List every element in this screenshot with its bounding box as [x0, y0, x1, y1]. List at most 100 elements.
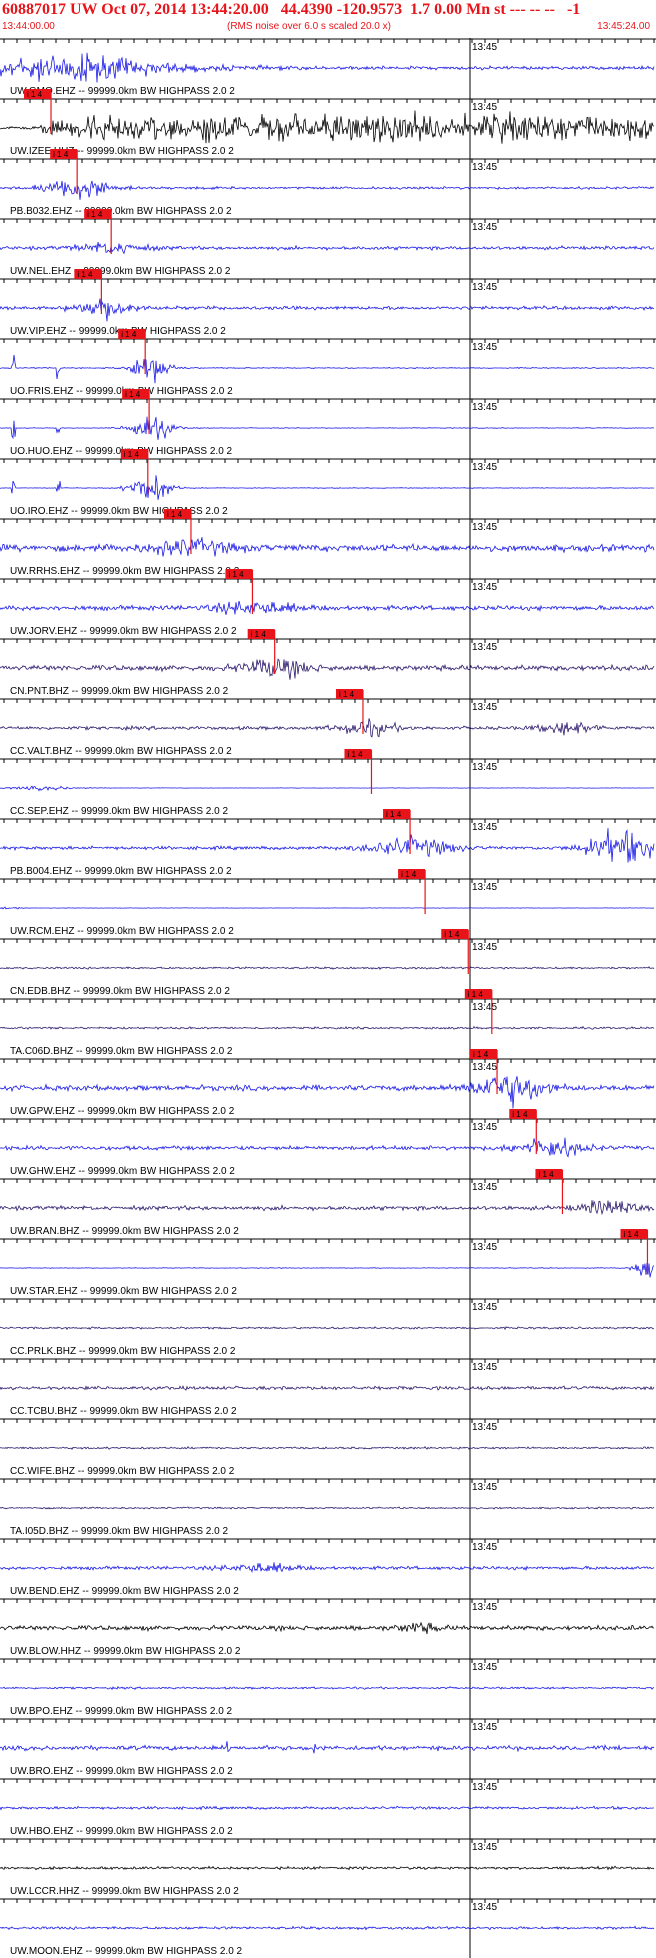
trace-label: TA.C06D.BHZ -- 99999.0km BW HIGHPASS 2.0… [10, 1046, 233, 1057]
trace-row: 13:45 PB.B004.EHZ -- 99999.0km BW HIGHPAS… [0, 809, 656, 877]
waveform [0, 110, 655, 144]
time-marker-label: 13:45 [472, 1722, 497, 1733]
waveform [0, 718, 655, 738]
time-marker-label: 13:45 [472, 402, 497, 413]
trace-row: 13:45 CC.VALT.BHZ -- 99999.0km BW HIGHPAS… [0, 689, 656, 757]
trace-label: PB.B032.EHZ -- 99999.0km BW HIGHPASS 2.0… [10, 206, 232, 217]
waveform [0, 600, 655, 615]
trace-label: CN.EDB.BHZ -- 99999.0km BW HIGHPASS 2.0 … [10, 986, 230, 997]
waveform [0, 354, 655, 384]
trace-label: UW.BPO.EHZ -- 99999.0km BW HIGHPASS 2.0 … [10, 1706, 233, 1717]
trace-row: 13:45 CC.PRLK.BHZ -- 99999.0km BW HIGHPAS… [0, 1298, 656, 1357]
time-marker-label: 13:45 [472, 462, 497, 473]
waveform [0, 416, 654, 440]
event-title: 60887017 UW Oct 07, 2014 13:44:20.00 44.… [2, 1, 581, 18]
waveform [0, 180, 655, 200]
trace-label: UW.LCCR.HHZ -- 99999.0km BW HIGHPASS 2.0… [10, 1886, 239, 1897]
trace-row: 13:45 UW.RRHS.EHZ -- 99999.0km BW HIGHPAS… [0, 509, 656, 577]
time-marker-label: 13:45 [472, 1302, 497, 1313]
time-marker-label: 13:45 [472, 1002, 497, 1013]
time-marker-label: 13:45 [472, 1122, 497, 1133]
trace-row: 13:45 UW.JORV.EHZ -- 99999.0km BW HIGHPAS… [0, 569, 656, 637]
waveform [0, 906, 655, 910]
trace-label: CC.VALT.BHZ -- 99999.0km BW HIGHPASS 2.0… [10, 746, 232, 757]
trace-row: 13:45 UW.GPW.EHZ -- 99999.0km BW HIGHPASS… [0, 1049, 656, 1117]
trace-label: CC.WIFE.BHZ -- 99999.0km BW HIGHPASS 2.0… [10, 1466, 235, 1477]
waveform [0, 828, 655, 863]
trace-label: PB.B004.EHZ -- 99999.0km BW HIGHPASS 2.0… [10, 866, 232, 877]
trace-label: UO.IRO.EHZ -- 99999.0km BW HIGHPASS 2.0 … [10, 506, 228, 517]
time-marker-label: 13:45 [472, 102, 497, 113]
waveform [0, 1326, 655, 1331]
time-marker-label: 13:45 [472, 642, 497, 653]
pick-label: i 1 4 [251, 630, 267, 639]
waveform [0, 298, 655, 322]
trace-row: 13:45 CC.TCBU.BHZ -- 99999.0km BW HIGHPAS… [0, 1358, 656, 1417]
trace-row: 13:45 UW.VIP.EHZ -- 99999.0km BW HIGHPASS… [0, 269, 656, 337]
waveform [0, 537, 655, 557]
time-marker-label: 13:45 [472, 1782, 497, 1793]
waveform [0, 1506, 655, 1510]
trace-label: UW.IZEE.HHZ -- 99999.0km BW HIGHPASS 2.0… [10, 146, 234, 157]
trace-label: UW.RCM.EHZ -- 99999.0km BW HIGHPASS 2.0 … [10, 926, 234, 937]
time-marker-label: 13:45 [472, 1542, 497, 1553]
trace-row: 13:45 CN.EDB.BHZ -- 99999.0km BW HIGHPASS… [0, 929, 656, 997]
trace-label: CC.SEP.EHZ -- 99999.0km BW HIGHPASS 2.0 … [10, 806, 228, 817]
pick-label: i 1 4 [444, 930, 460, 939]
trace-row: 13:45 UW.BPO.EHZ -- 99999.0km BW HIGHPASS… [0, 1658, 656, 1717]
time-marker-label: 13:45 [472, 1662, 497, 1673]
trace-row: 13:45 UW.BRAN.BHZ -- 99999.0km BW HIGHPAS… [0, 1169, 656, 1237]
trace-label: UW.BRO.EHZ -- 99999.0km BW HIGHPASS 2.0 … [10, 1766, 233, 1777]
trace-label: UW.HBO.EHZ -- 99999.0km BW HIGHPASS 2.0 … [10, 1826, 233, 1837]
trace-row: 13:45UW.GMO.EHZ -- 99999.0km BW HIGHPASS… [0, 38, 656, 97]
trace-label: TA.I05D.BHZ -- 99999.0km BW HIGHPASS 2.0… [10, 1526, 228, 1537]
time-marker-label: 13:45 [472, 162, 497, 173]
pick-label: i 1 4 [27, 90, 43, 99]
time-marker-label: 13:45 [472, 1602, 497, 1613]
waveform [0, 785, 655, 792]
rms-note: (RMS noise over 6.0 s scaled 20.0 x) [227, 21, 391, 32]
start-time: 13:44:00.00 [2, 21, 55, 32]
trace-row: 13:45 CC.SEP.EHZ -- 99999.0km BW HIGHPASS… [0, 749, 656, 817]
pick-label: i 1 4 [87, 210, 103, 219]
trace-row: 13:45 UW.NEL.EHZ -- 99999.0km BW HIGHPASS… [0, 209, 656, 277]
trace-row: 13:45 UO.FRIS.EHZ -- 99999.0km BW HIGHPAS… [0, 329, 656, 397]
trace-label: UW.STAR.EHZ -- 99999.0km BW HIGHPASS 2.0… [10, 1286, 237, 1297]
pick-label: i 1 4 [339, 690, 355, 699]
waveform [0, 1685, 655, 1691]
pick-label: i 1 4 [124, 450, 140, 459]
trace-row: 13:45 UW.BRO.EHZ -- 99999.0km BW HIGHPASS… [0, 1718, 656, 1777]
pick-label: i 1 4 [386, 810, 402, 819]
trace-label: UW.BRAN.BHZ -- 99999.0km BW HIGHPASS 2.0… [10, 1226, 239, 1237]
trace-label: CN.PNT.BHZ -- 99999.0km BW HIGHPASS 2.0 … [10, 686, 229, 697]
waveform [0, 52, 655, 83]
waveform [0, 1805, 655, 1811]
trace-row: 13:45UO.HUO.EHZ -- 99999.0km BW HIGHPASS… [0, 389, 656, 457]
trace-row: 13:45 UW.GHW.EHZ -- 99999.0km BW HIGHPASS… [0, 1109, 656, 1177]
pick-label: i 1 4 [125, 390, 141, 399]
waveform [0, 1137, 655, 1158]
waveform [0, 241, 655, 255]
time-marker-label: 13:45 [472, 1842, 497, 1853]
trace-row: 13:45 CC.WIFE.BHZ -- 99999.0km BW HIGHPAS… [0, 1418, 656, 1477]
pick-label: i 1 4 [53, 150, 69, 159]
time-marker-label: 13:45 [472, 222, 497, 233]
time-marker-label: 13:45 [472, 822, 497, 833]
trace-row: 13:45 TA.I05D.BHZ -- 99999.0km BW HIGHPAS… [0, 1478, 656, 1537]
waveform [0, 1025, 655, 1030]
waveform [0, 1741, 655, 1754]
trace-label: CC.PRLK.BHZ -- 99999.0km BW HIGHPASS 2.0… [10, 1346, 236, 1357]
time-marker-label: 13:45 [472, 582, 497, 593]
waveform [0, 1865, 655, 1871]
waveform [0, 1562, 655, 1573]
trace-label: UW.GPW.EHZ -- 99999.0km BW HIGHPASS 2.0 … [10, 1106, 235, 1117]
time-marker-label: 13:45 [472, 1182, 497, 1193]
time-marker-label: 13:45 [472, 1422, 497, 1433]
trace-row: 13:45 TA.C06D.BHZ -- 99999.0km BW HIGHPAS… [0, 989, 656, 1057]
waveform [0, 1385, 655, 1391]
pick-label: i 1 4 [77, 270, 93, 279]
pick-label: i 1 4 [121, 330, 137, 339]
time-marker-label: 13:45 [472, 1902, 497, 1913]
waveform [0, 658, 655, 680]
waveform [0, 1925, 655, 1931]
